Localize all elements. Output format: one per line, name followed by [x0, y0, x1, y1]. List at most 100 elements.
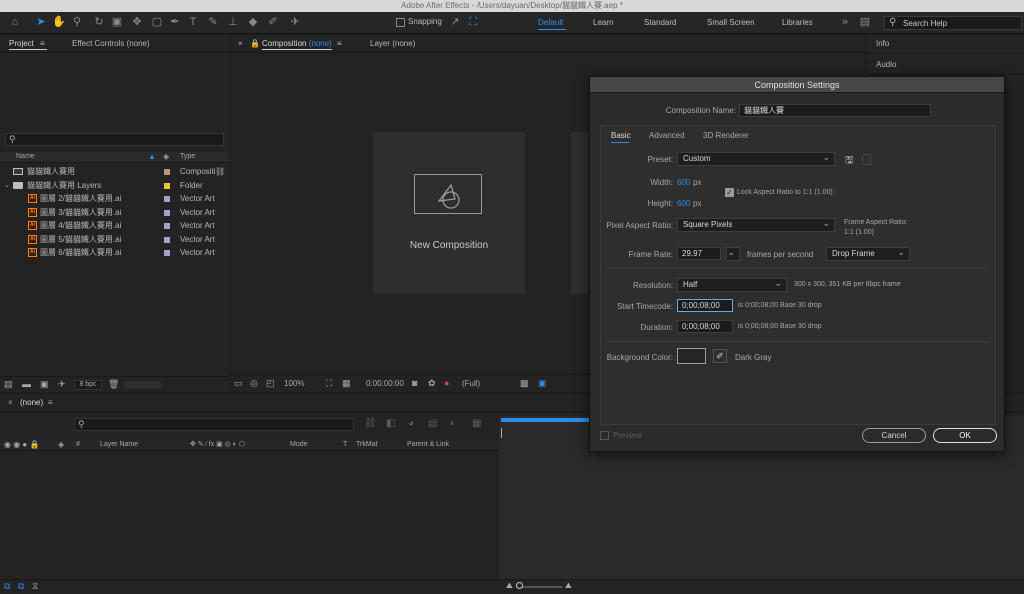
- project-item[interactable]: Ai 圖層 6/貓貓鐵人賽用.ai Vector Art: [0, 246, 228, 259]
- column-layer-name[interactable]: Layer Name: [100, 441, 138, 448]
- resolution-dropdown[interactable]: Half: [677, 277, 787, 292]
- toggle-switches-icon[interactable]: ⧉: [4, 581, 10, 592]
- resolution-dropdown[interactable]: (Full): [462, 379, 480, 388]
- rotate-tool-icon[interactable]: ↻: [92, 15, 106, 29]
- new-composition-icon[interactable]: ▣: [40, 379, 49, 390]
- tab-layer[interactable]: Layer (none): [370, 35, 415, 53]
- fast-preview-icon[interactable]: ▣: [538, 378, 547, 389]
- workspace-standard[interactable]: Standard: [644, 18, 676, 27]
- bit-depth-button[interactable]: 8 bpc: [74, 380, 102, 390]
- close-tab-icon[interactable]: ×: [238, 35, 243, 53]
- frame-blending-icon[interactable]: ▤: [428, 418, 437, 429]
- zoom-in-icon[interactable]: ⛰: [565, 581, 572, 591]
- mask-visibility-icon[interactable]: ◎: [250, 378, 258, 389]
- current-time[interactable]: 0:00:00:00: [366, 379, 404, 388]
- tab-project[interactable]: Project: [9, 35, 34, 53]
- project-item[interactable]: Ai 圖層 4/貓貓鐵人賽用.ai Vector Art: [0, 219, 228, 232]
- draft-3d-icon[interactable]: ◧: [386, 418, 395, 429]
- timeline-zoom-slider[interactable]: [518, 586, 562, 588]
- comp-flowchart-icon[interactable]: ⛓: [364, 418, 377, 429]
- new-comp-from-footage-button[interactable]: [571, 132, 591, 294]
- new-composition-button[interactable]: New Composition: [373, 132, 525, 294]
- workspace-libraries[interactable]: Libraries: [782, 18, 813, 27]
- project-item[interactable]: 貓貓鐵人賽用 Compositi ⛓: [0, 165, 228, 178]
- label-tag-icon[interactable]: ◈: [58, 440, 64, 449]
- av-switches-icon[interactable]: ◉ ◉ ● 🔒: [4, 440, 39, 449]
- toggle-modes-icon[interactable]: ⧉: [18, 581, 24, 592]
- new-folder-icon[interactable]: ▬: [22, 379, 31, 389]
- selection-tool-icon[interactable]: ➤: [34, 15, 48, 29]
- snapping-checkbox[interactable]: [396, 18, 405, 27]
- tab-advanced[interactable]: Advanced: [649, 131, 685, 140]
- label-color-swatch[interactable]: [164, 169, 170, 175]
- sync-settings-icon[interactable]: ▤: [858, 15, 872, 29]
- brush-tool-icon[interactable]: ✎: [206, 15, 220, 29]
- flowchart-icon[interactable]: ⛓: [215, 165, 225, 178]
- layer-switches-icon[interactable]: ✥ ✎ ⁄ fx ▣ ◎ ◐ ⬡: [190, 440, 245, 448]
- pixel-aspect-dropdown[interactable]: Square Pixels: [677, 217, 835, 232]
- drop-frame-dropdown[interactable]: Drop Frame: [826, 246, 910, 261]
- puppet-tool-icon[interactable]: ✈: [288, 15, 302, 29]
- help-search-box[interactable]: ⚲ Search Help: [884, 16, 1022, 30]
- preview-checkbox[interactable]: [600, 431, 609, 440]
- project-item[interactable]: Ai 圖層 2/貓貓鐵人賽用.ai Vector Art: [0, 192, 228, 205]
- motion-blur-icon[interactable]: ◐: [450, 418, 456, 429]
- comp-name-input[interactable]: 貓貓鐵人賽: [739, 104, 931, 117]
- column-type[interactable]: Type: [180, 153, 195, 160]
- save-preset-icon[interactable]: 🖫: [845, 153, 854, 170]
- magnification-icon[interactable]: ▭: [234, 378, 243, 389]
- label-color-swatch[interactable]: [164, 196, 170, 202]
- frame-rate-dropdown[interactable]: [726, 246, 740, 261]
- height-value[interactable]: 600: [677, 199, 690, 208]
- label-tag-icon[interactable]: ◈: [163, 152, 169, 161]
- label-color-swatch[interactable]: [164, 236, 170, 243]
- eyedropper-icon[interactable]: ✐: [713, 349, 727, 363]
- grid-icon[interactable]: ▦: [342, 378, 351, 389]
- interpret-footage-icon[interactable]: ▤: [4, 379, 13, 390]
- tab-effect-controls[interactable]: Effect Controls (none): [72, 35, 150, 53]
- project-item[interactable]: Ai 圖層 3/貓貓鐵人賽用.ai Vector Art: [0, 206, 228, 219]
- workspace-learn[interactable]: Learn: [593, 18, 613, 27]
- zoom-out-icon[interactable]: ⛰: [506, 581, 513, 591]
- cancel-button[interactable]: Cancel: [862, 428, 926, 443]
- color-channel-icon[interactable]: ●: [444, 378, 449, 388]
- project-search-input[interactable]: ⚲: [5, 133, 224, 146]
- toggle-render-time-icon[interactable]: ⧖: [32, 581, 38, 592]
- background-color-swatch[interactable]: [677, 348, 706, 364]
- project-item[interactable]: ⌄ 貓貓鐵人賽用 Layers Folder: [0, 179, 228, 192]
- clone-stamp-tool-icon[interactable]: ⊥: [226, 15, 240, 29]
- hand-tool-icon[interactable]: ✋: [52, 15, 66, 29]
- column-trkmat[interactable]: TrkMat: [356, 441, 378, 448]
- folder-disclosure-icon[interactable]: ⌄: [4, 179, 10, 192]
- project-item[interactable]: Ai 圖層 5/貓貓鐵人賽用.ai Vector Art: [0, 233, 228, 246]
- fit-icon[interactable]: ⛶: [326, 378, 332, 389]
- pan-behind-tool-icon[interactable]: ✥: [130, 15, 144, 29]
- column-mode[interactable]: Mode: [290, 441, 308, 448]
- zoom-level[interactable]: 100%: [284, 379, 304, 388]
- label-color-swatch[interactable]: [164, 250, 170, 256]
- snap-features-icon[interactable]: ⛶: [466, 15, 480, 29]
- timeline-search-input[interactable]: ⚲: [74, 418, 354, 431]
- roto-brush-tool-icon[interactable]: ✐: [266, 15, 280, 29]
- label-color-swatch[interactable]: [164, 223, 170, 229]
- thumbnail-slider[interactable]: [124, 381, 162, 389]
- trash-icon[interactable]: 🗑: [108, 379, 119, 390]
- tab-3d-renderer[interactable]: 3D Renderer: [703, 131, 749, 140]
- tab-basic[interactable]: Basic: [611, 131, 631, 140]
- graph-editor-icon[interactable]: ▦: [472, 418, 481, 429]
- ok-button[interactable]: OK: [933, 428, 997, 443]
- sort-ascending-icon[interactable]: ▲: [148, 152, 156, 161]
- label-color-swatch[interactable]: [164, 209, 170, 216]
- panel-menu-icon[interactable]: ≡: [48, 398, 53, 407]
- rectangle-tool-icon[interactable]: ▢: [150, 15, 164, 29]
- workspace-small-screen[interactable]: Small Screen: [707, 18, 755, 27]
- lock-aspect-checkbox[interactable]: ✓: [725, 188, 734, 197]
- column-name[interactable]: Name: [16, 153, 35, 160]
- start-timecode-input[interactable]: 0;00;08;00: [677, 299, 733, 312]
- column-parent-link[interactable]: Parent & Link: [407, 441, 449, 448]
- tab-timeline[interactable]: (none): [20, 398, 43, 407]
- work-area-bar[interactable]: [501, 418, 591, 422]
- lock-icon[interactable]: 🔒: [250, 35, 260, 53]
- shy-layers-icon[interactable]: ◕: [408, 418, 414, 429]
- close-tab-icon[interactable]: ×: [8, 398, 13, 407]
